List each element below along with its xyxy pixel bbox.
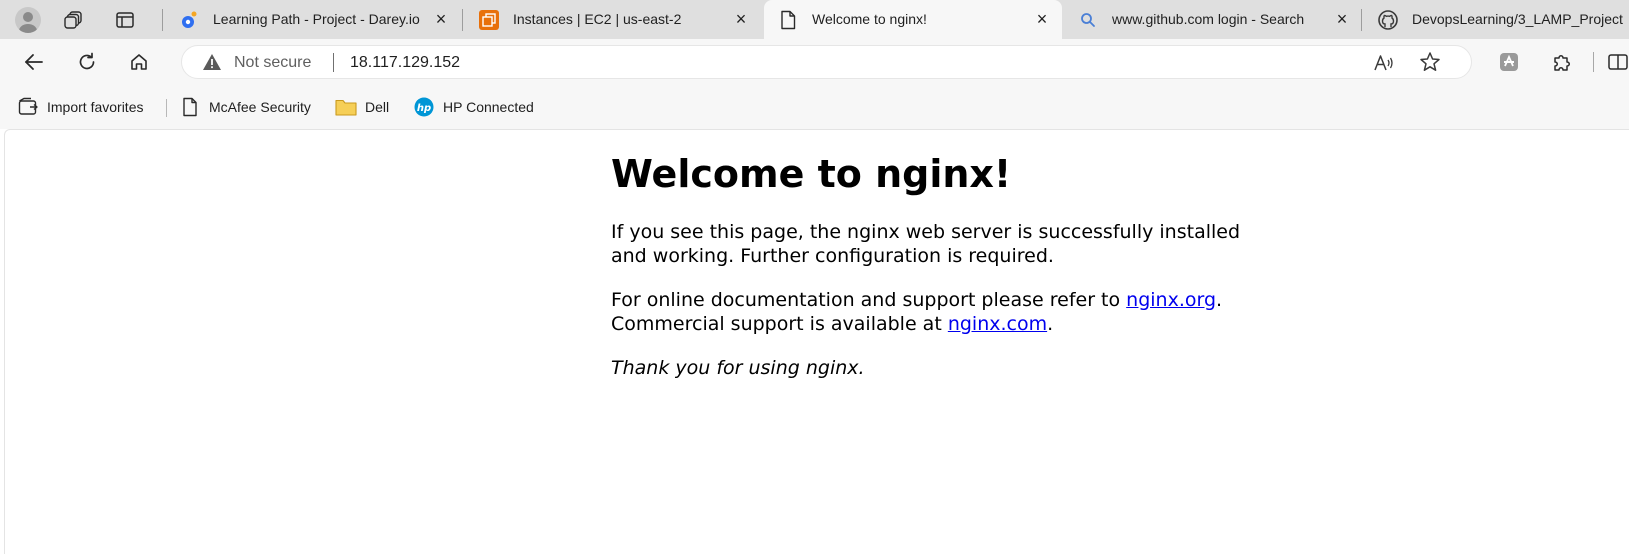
document-icon (778, 10, 798, 30)
split-screen-icon (1608, 54, 1628, 70)
document-icon (179, 96, 201, 118)
tab-separator (162, 9, 163, 31)
thanks-paragraph: Thank you for using nginx. (611, 356, 1251, 380)
favorite-mcafee-security[interactable]: McAfee Security (179, 95, 311, 119)
favorites-bar: Import favorites McAfee Security Dell hp… (0, 85, 1629, 129)
browser-essentials-button[interactable] (1492, 46, 1526, 78)
support-text: For online documentation and support ple… (611, 289, 1127, 311)
close-tab-icon[interactable]: × (733, 10, 749, 28)
tab-title: DevopsLearning/3_LAMP_Project (1412, 11, 1623, 27)
home-button[interactable] (122, 46, 156, 78)
nginx-welcome: Welcome to nginx! If you see this page, … (611, 150, 1251, 400)
favorite-star-icon[interactable] (1419, 51, 1441, 73)
nginx-com-link[interactable]: nginx.com (948, 313, 1047, 335)
aws-ec2-icon (479, 10, 499, 30)
favorites-separator (166, 99, 167, 117)
split-screen-button[interactable] (1601, 46, 1629, 78)
favorite-label: Dell (365, 99, 390, 115)
vertical-tabs-button[interactable] (109, 4, 141, 36)
profile-button[interactable] (12, 4, 44, 36)
nginx-org-link[interactable]: nginx.org (1126, 289, 1216, 311)
workspaces-icon (64, 11, 82, 29)
extensions-button[interactable] (1545, 46, 1579, 78)
url-text[interactable]: 18.117.129.152 (350, 54, 460, 72)
avatar (15, 7, 41, 33)
hp-icon: hp (413, 96, 435, 118)
tab-github-search[interactable]: www.github.com login - Search × (1064, 0, 1362, 39)
support-period: . (1216, 289, 1223, 311)
thanks-text: Thank you for using nginx. (611, 357, 865, 379)
page-content: Welcome to nginx! If you see this page, … (4, 129, 1629, 554)
refresh-button[interactable] (70, 46, 104, 78)
workspaces-button[interactable] (58, 4, 90, 36)
tab-title: Welcome to nginx! (812, 11, 927, 27)
tab-ec2-instances[interactable]: Instances | EC2 | us-east-2 × (465, 0, 763, 39)
navigation-toolbar: Not secure 18.117.129.152 (0, 39, 1629, 85)
tab-title: www.github.com login - Search (1112, 11, 1305, 27)
back-button[interactable] (17, 46, 51, 78)
close-tab-icon[interactable]: × (1334, 10, 1350, 28)
favorite-dell[interactable]: Dell (335, 95, 389, 119)
warning-icon[interactable] (202, 53, 222, 71)
favorite-hp-connected[interactable]: hp HP Connected (413, 95, 534, 119)
address-divider (333, 53, 334, 72)
tab-actions-icon (116, 12, 134, 28)
commercial-period: . (1047, 313, 1054, 335)
commercial-text: Commercial support is available at (611, 313, 948, 335)
folder-icon (335, 96, 357, 118)
tab-welcome-nginx[interactable]: Welcome to nginx! × (764, 0, 1062, 39)
favorite-label: McAfee Security (209, 99, 311, 115)
browser-essentials-icon (1500, 53, 1518, 71)
tab-devops-learning[interactable]: DevopsLearning/3_LAMP_Project (1364, 0, 1629, 39)
svg-text:hp: hp (417, 103, 431, 114)
tab-separator (1361, 9, 1362, 31)
read-aloud-icon[interactable] (1373, 52, 1395, 74)
tab-strip: Learning Path - Project - Darey.io × Ins… (0, 0, 1629, 39)
close-tab-icon[interactable]: × (1034, 10, 1050, 28)
close-tab-icon[interactable]: × (433, 10, 449, 28)
support-paragraph: For online documentation and support ple… (611, 288, 1251, 336)
github-icon (1378, 10, 1398, 30)
security-status[interactable]: Not secure (234, 54, 311, 72)
import-favorites-icon (17, 96, 39, 118)
page-title: Welcome to nginx! (611, 152, 1012, 196)
toolbar-divider (1593, 52, 1594, 72)
tab-title: Instances | EC2 | us-east-2 (513, 11, 682, 27)
intro-paragraph: If you see this page, the nginx web serv… (611, 221, 1241, 267)
darey-icon (179, 10, 199, 30)
favorite-import-favorites[interactable]: Import favorites (17, 95, 143, 119)
tab-title: Learning Path - Project - Darey.io (213, 11, 420, 27)
home-icon (131, 54, 147, 70)
favorite-label: HP Connected (443, 99, 534, 115)
back-arrow-icon (25, 54, 43, 70)
tab-separator (462, 9, 463, 31)
address-bar[interactable]: Not secure 18.117.129.152 (181, 45, 1472, 79)
favorite-label: Import favorites (47, 99, 144, 115)
search-icon (1078, 10, 1098, 30)
tab-learning-path[interactable]: Learning Path - Project - Darey.io × (165, 0, 463, 39)
refresh-icon (79, 52, 95, 70)
puzzle-piece-icon (1554, 55, 1570, 71)
